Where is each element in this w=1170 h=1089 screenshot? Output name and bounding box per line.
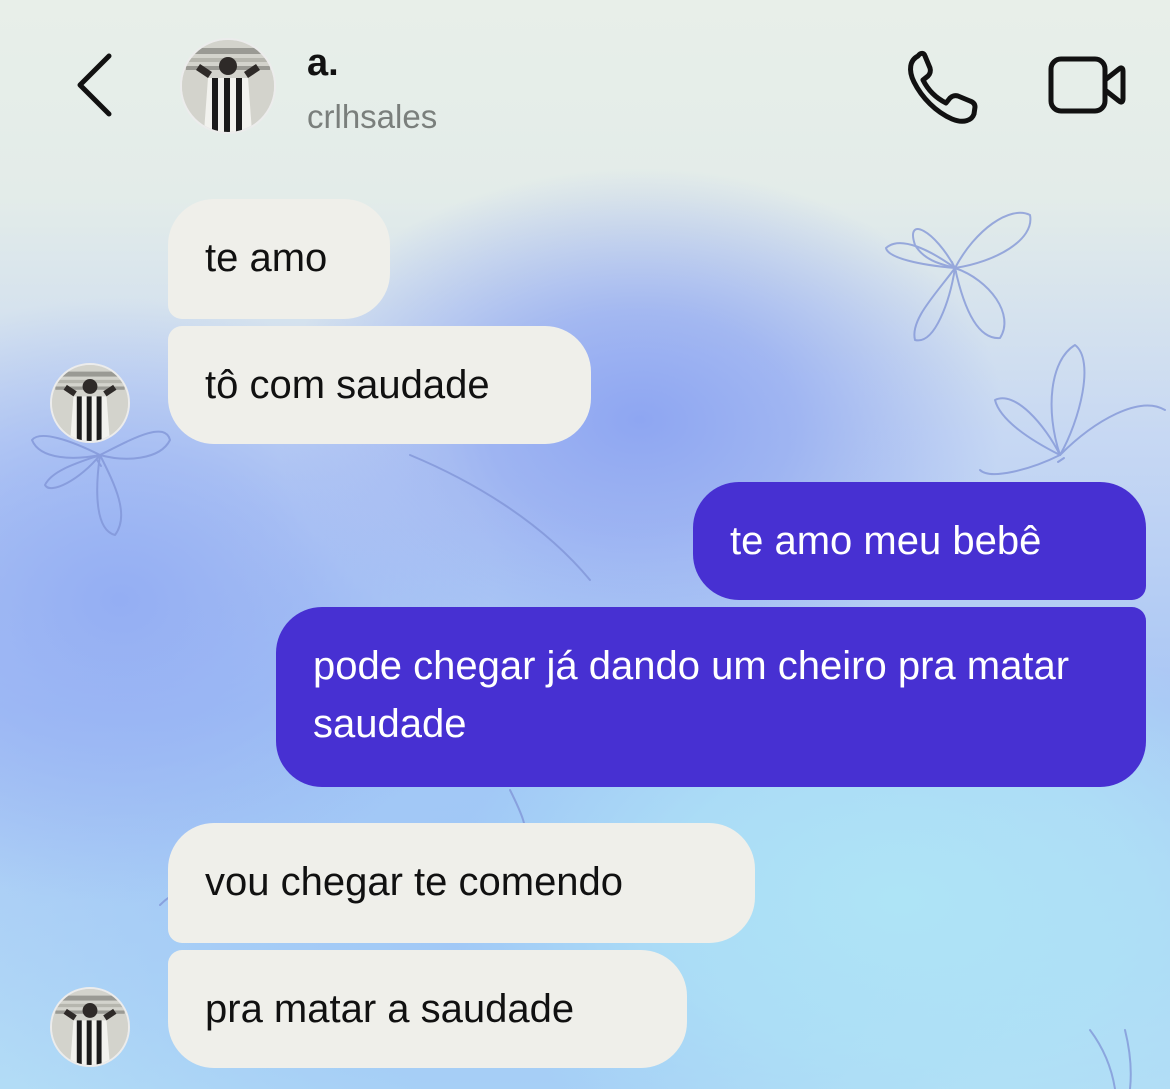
sender-avatar[interactable]: [50, 363, 130, 443]
profile-photo-avatar: [182, 40, 274, 132]
contact-username[interactable]: crlhsales: [307, 98, 437, 136]
voice-call-button[interactable]: [900, 44, 986, 130]
incoming-message[interactable]: tô com saudade: [168, 326, 591, 444]
profile-photo-avatar: [52, 365, 128, 441]
chat-header: a. crlhsales: [0, 0, 1170, 170]
sender-avatar[interactable]: [50, 987, 130, 1067]
incoming-message[interactable]: pra matar a saudade: [168, 950, 687, 1068]
profile-avatar[interactable]: [180, 38, 276, 134]
video-call-button[interactable]: [1044, 50, 1130, 126]
profile-photo-avatar: [52, 989, 128, 1065]
outgoing-message[interactable]: te amo meu bebê: [693, 482, 1146, 600]
back-button[interactable]: [64, 44, 134, 124]
phone-icon: [908, 50, 978, 124]
video-camera-icon: [1048, 56, 1126, 114]
chevron-left-icon: [77, 53, 112, 117]
incoming-message[interactable]: te amo: [168, 199, 390, 319]
contact-name[interactable]: a.: [307, 42, 339, 85]
incoming-message[interactable]: vou chegar te comendo: [168, 823, 755, 943]
outgoing-message[interactable]: pode chegar já dando um cheiro pra matar…: [276, 607, 1146, 787]
